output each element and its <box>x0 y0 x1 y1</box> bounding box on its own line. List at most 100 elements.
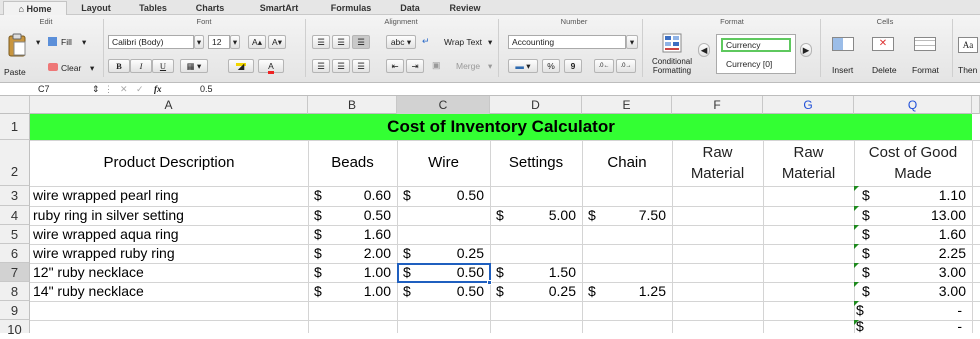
chain-cell[interactable] <box>582 244 672 263</box>
header-product-description[interactable]: Product Description <box>30 140 308 186</box>
row-header-7[interactable]: 7 <box>0 263 30 282</box>
beads-cell[interactable]: $1.60 <box>308 225 397 244</box>
font-color-button[interactable]: A <box>258 59 284 74</box>
cost-cell[interactable]: $13.00 <box>854 206 972 225</box>
settings-cell[interactable]: $0.25 <box>490 282 582 301</box>
number-format-dropdown[interactable]: ▾ <box>626 35 638 49</box>
font-name-dropdown[interactable]: ▾ <box>194 35 204 49</box>
name-box-stepper-icon[interactable]: ⇕ <box>92 83 100 95</box>
tab-smartart[interactable]: SmartArt <box>248 1 310 15</box>
tab-tables[interactable]: Tables <box>128 1 178 15</box>
product-description-cell[interactable]: 12" ruby necklace <box>33 263 307 282</box>
wire-cell[interactable]: $0.50 <box>397 282 490 301</box>
name-box[interactable]: C7 <box>8 83 88 95</box>
decrease-decimal-button[interactable]: .0→ <box>616 59 636 73</box>
wire-cell[interactable]: $0.50 <box>397 186 490 205</box>
align-bottom-button[interactable]: ☰ <box>352 35 370 49</box>
row-header-9[interactable]: 9 <box>0 301 30 320</box>
comma-style-button[interactable]: 9 <box>564 59 582 73</box>
select-all-corner[interactable] <box>0 96 30 114</box>
column-header-E[interactable]: E <box>582 96 672 114</box>
cost-cell-row10[interactable]: $ - <box>854 320 972 333</box>
cost-cell[interactable]: $3.00 <box>854 263 972 282</box>
wire-cell[interactable] <box>397 225 490 244</box>
bold-button[interactable]: B <box>108 59 130 73</box>
settings-cell[interactable] <box>490 225 582 244</box>
product-description-cell[interactable]: 14" ruby necklace <box>33 282 307 301</box>
row-header-8[interactable]: 8 <box>0 282 30 301</box>
wrap-text-button[interactable]: ↵ Wrap Text ▾ <box>422 35 496 49</box>
cost-cell-row9[interactable]: $ - <box>854 301 972 320</box>
tab-home[interactable]: ⌂ Home <box>3 1 67 15</box>
chain-cell[interactable]: $1.25 <box>582 282 672 301</box>
beads-cell[interactable]: $1.00 <box>308 263 397 282</box>
row-header-10[interactable]: 10 <box>0 320 30 337</box>
header-cost-of-good-made[interactable]: Cost of Good Made <box>854 140 972 186</box>
align-middle-button[interactable]: ☰ <box>332 35 350 49</box>
column-header-B[interactable]: B <box>308 96 397 114</box>
more-icon[interactable]: ⋮ <box>104 83 113 95</box>
active-cell-selection[interactable] <box>397 263 491 283</box>
chain-cell[interactable]: $7.50 <box>582 206 672 225</box>
font-size-field[interactable]: 12 <box>208 35 230 49</box>
format-cells-button[interactable]: Format <box>908 33 948 77</box>
column-header-D[interactable]: D <box>490 96 582 114</box>
header-settings[interactable]: Settings <box>490 140 582 186</box>
fx-icon[interactable]: fx <box>154 83 170 95</box>
product-description-cell[interactable]: wire wrapped ruby ring <box>33 244 307 263</box>
font-name-field[interactable]: Calibri (Body) <box>108 35 194 49</box>
fill-color-button[interactable]: ◢ <box>228 59 254 73</box>
percent-style-button[interactable]: % <box>542 59 560 73</box>
beads-cell[interactable]: $0.50 <box>308 206 397 225</box>
conditional-formatting-button[interactable]: Conditional Formatting <box>648 31 696 81</box>
align-center-button[interactable]: ☰ <box>332 59 350 73</box>
row-header-2[interactable]: 2 <box>0 140 30 186</box>
beads-cell[interactable]: $2.00 <box>308 244 397 263</box>
beads-cell[interactable]: $1.00 <box>308 282 397 301</box>
header-wire[interactable]: Wire <box>397 140 490 186</box>
underline-button[interactable]: U <box>152 59 174 73</box>
shrink-font-button[interactable]: A▾ <box>268 35 286 49</box>
header-beads[interactable]: Beads <box>308 140 397 186</box>
cancel-icon[interactable]: ✕ <box>120 83 128 95</box>
header-raw-material-2[interactable]: Raw Material <box>763 140 854 186</box>
cost-cell[interactable]: $1.60 <box>854 225 972 244</box>
fill-button[interactable]: Fill ▾ <box>48 35 92 49</box>
column-header-A[interactable]: A <box>30 96 308 114</box>
align-top-button[interactable]: ☰ <box>312 35 330 49</box>
beads-cell[interactable]: $0.60 <box>308 186 397 205</box>
settings-cell[interactable]: $1.50 <box>490 263 582 282</box>
formula-input[interactable]: 0.5 <box>176 83 976 95</box>
product-description-cell[interactable]: wire wrapped pearl ring <box>33 186 307 205</box>
column-header-G[interactable]: G <box>763 96 854 114</box>
tab-formulas[interactable]: Formulas <box>320 1 382 15</box>
cost-cell[interactable]: $2.25 <box>854 244 972 263</box>
accounting-format-button[interactable]: ▬ ▾ <box>508 59 538 73</box>
tab-review[interactable]: Review <box>440 1 490 15</box>
row-header-5[interactable]: 5 <box>0 225 30 244</box>
tab-layout[interactable]: Layout <box>72 1 120 15</box>
column-header-C[interactable]: C <box>397 96 490 114</box>
cost-cell[interactable]: $3.00 <box>854 282 972 301</box>
product-description-cell[interactable]: ruby ring in silver setting <box>33 206 307 225</box>
settings-cell[interactable]: $5.00 <box>490 206 582 225</box>
cell-style-currency[interactable]: Currency <box>721 38 791 52</box>
font-size-dropdown[interactable]: ▾ <box>230 35 240 49</box>
wire-cell[interactable]: $0.25 <box>397 244 490 263</box>
tab-charts[interactable]: Charts <box>186 1 234 15</box>
row-header-4[interactable]: 4 <box>0 206 30 225</box>
clear-button[interactable]: Clear ▾ <box>48 61 100 75</box>
column-header-Q[interactable]: Q <box>854 96 972 114</box>
number-format-field[interactable]: Accounting <box>508 35 626 49</box>
themes-button[interactable]: Aa Then <box>956 33 980 77</box>
fill-handle[interactable] <box>487 280 492 285</box>
product-description-cell[interactable]: wire wrapped aqua ring <box>33 225 307 244</box>
decrease-indent-button[interactable]: ⇤ <box>386 59 404 73</box>
header-chain[interactable]: Chain <box>582 140 672 186</box>
styles-prev-button[interactable]: ◀ <box>698 43 710 57</box>
align-left-button[interactable]: ☰ <box>312 59 330 73</box>
chain-cell[interactable] <box>582 263 672 282</box>
enter-icon[interactable]: ✓ <box>136 83 144 95</box>
title-cell[interactable]: Cost of Inventory Calculator <box>30 114 972 140</box>
fill-dropdown-arrow[interactable]: ▾ <box>36 37 40 47</box>
